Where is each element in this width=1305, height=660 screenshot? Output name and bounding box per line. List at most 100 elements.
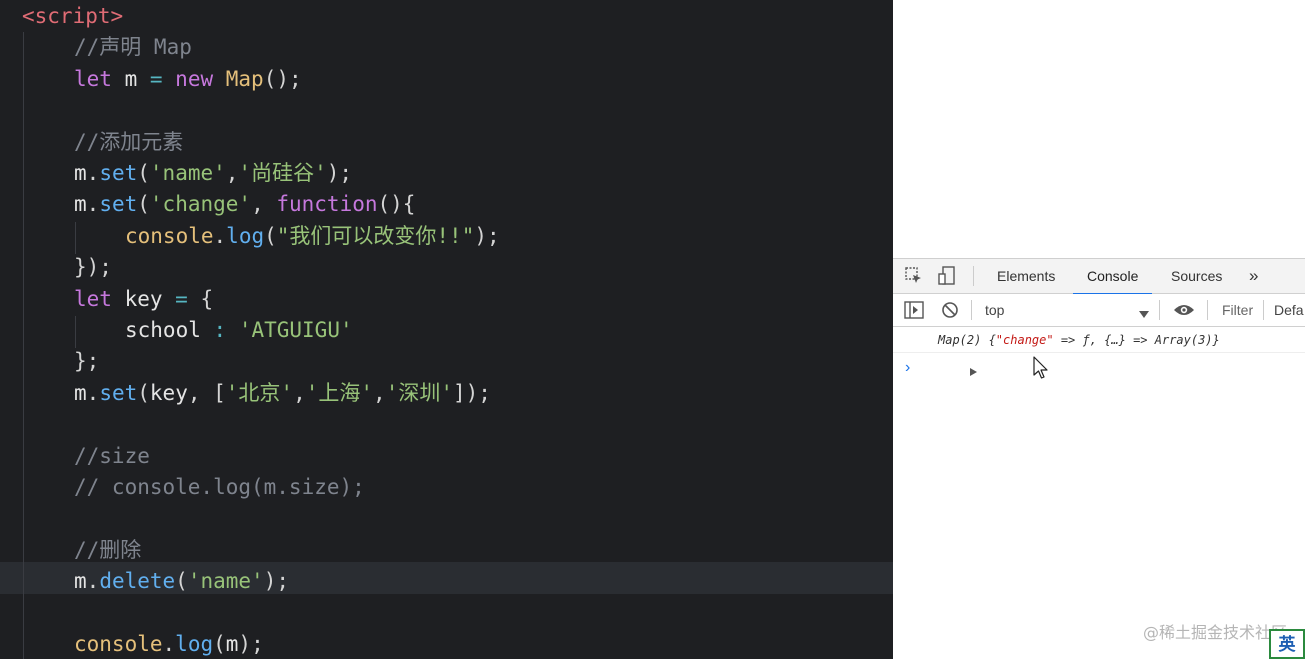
code-token: let [74,286,125,311]
code-token: Map [225,66,264,91]
code-token: . [86,161,100,185]
code-token: delete [99,569,176,594]
code-editor[interactable]: <script>//声明 Map let m = new Map();//添加元素… [0,0,893,659]
indent-guide [75,316,76,348]
devtools-tab-bar: Elements Console Sources » [893,259,1305,295]
code-line[interactable]: m.set('change', function(){ [74,188,415,220]
console-output-text: Map(2) {"change" => ƒ, {…} => Array(3)} [938,328,1220,352]
code-token: console [125,223,214,248]
code-token: ); [474,223,500,248]
toolbar-divider [1207,300,1208,320]
code-token: . [86,380,100,405]
code-token: ]); [452,380,491,405]
more-tabs-button[interactable]: » [1249,259,1258,293]
code-line[interactable]: <script> [22,0,123,32]
code-token: let [74,66,125,91]
code-line[interactable]: //添加元素 [74,126,183,158]
code-token: "我们可以改变你!!" [276,223,475,248]
code-line[interactable]: console.log("我们可以改变你!!"); [125,220,500,252]
show-sidebar-icon[interactable] [904,301,924,324]
code-token: '上海' [305,380,374,405]
tab-sources[interactable]: Sources [1171,259,1222,293]
code-token: 'name' [149,161,226,185]
code-token: key [124,286,176,311]
code-line[interactable]: //size [74,440,150,472]
code-token: 'ATGUIGU' [238,318,353,342]
code-line[interactable]: // console.log(m.size); [74,471,365,503]
code-line[interactable]: m.set('name','尚硅谷'); [74,157,352,189]
code-token: <script> [22,4,124,28]
code-token: = [175,286,201,311]
code-token: { [200,286,214,311]
code-token: key [149,380,188,405]
toolbar-divider [971,300,972,320]
code-token: . [162,632,176,656]
code-token: //声明 Map [74,35,192,60]
ime-indicator[interactable]: 英 [1269,629,1305,659]
code-line[interactable]: let m = new Map(); [74,63,302,95]
code-token: . [86,569,100,594]
mouse-cursor-icon [1033,356,1049,385]
code-line[interactable]: //声明 Map [74,31,192,63]
indent-guide [75,222,76,254]
code-token: set [99,192,138,217]
code-token: //添加元素 [74,129,184,154]
code-token: '北京' [225,380,294,405]
console-prompt[interactable]: › [905,359,910,377]
code-token: , [225,161,239,185]
code-token: m [74,380,87,405]
context-selector[interactable]: top [985,294,1004,326]
code-token: m [74,192,87,217]
code-token: ( [137,192,150,217]
code-line[interactable]: school : 'ATGUIGU' [125,314,353,346]
code-token: ); [326,161,353,185]
code-token: '尚硅谷' [238,161,327,185]
output-key-string: "change" [995,333,1054,347]
code-token: school [125,318,214,342]
code-line[interactable]: }; [74,345,99,377]
chevron-down-icon[interactable] [1139,306,1149,324]
code-token: , [293,380,306,405]
code-line[interactable]: console.log(m); [74,628,264,659]
code-token: function [276,192,378,217]
code-line[interactable]: m.delete('name'); [74,565,289,597]
code-token: set [99,161,138,185]
indent-guide [23,32,24,659]
filter-input[interactable]: Filter [1222,294,1253,326]
log-levels-dropdown[interactable]: Defa [1274,294,1304,326]
code-token: new [175,66,226,91]
inspect-element-icon[interactable] [905,267,923,290]
code-token: }); [74,255,112,280]
tab-console[interactable]: Console [1073,259,1153,295]
clear-console-icon[interactable] [941,301,959,324]
console-toolbar: top Filter Defa [893,294,1305,327]
code-token: ( [264,223,277,248]
code-token: 'name' [187,569,264,594]
code-token: console [74,632,163,656]
code-token: = [149,66,176,91]
toolbar-divider [1263,300,1264,320]
code-line[interactable]: let key = { [74,283,213,315]
live-expression-eye-icon[interactable] [1173,303,1195,322]
code-token: m [74,161,87,185]
device-toolbar-icon[interactable] [937,266,957,291]
code-token: ( [175,569,188,594]
code-token: }; [74,349,100,374]
code-token: ( [137,380,150,405]
tab-elements[interactable]: Elements [997,259,1055,293]
code-line[interactable]: }); [74,251,112,283]
code-token: log [226,223,265,248]
code-line[interactable]: m.set(key, ['北京','上海','深圳']); [74,377,491,409]
code-token: . [86,192,100,217]
code-line[interactable]: //删除 [74,534,141,566]
code-token: m [74,569,87,594]
devtools-panel: Elements Console Sources » top Filter De… [893,258,1305,660]
code-token: , [251,192,277,217]
output-rest: => ƒ, {…} => Array(3)} [1053,333,1220,347]
code-token: '深圳' [385,380,453,405]
code-token: , [373,380,386,405]
console-output-row[interactable]: Map(2) {"change" => ƒ, {…} => Array(3)} [893,328,1305,376]
toolbar-divider [1159,300,1160,320]
code-token: ); [238,632,264,656]
code-token: // console.log(m.size); [74,475,365,499]
